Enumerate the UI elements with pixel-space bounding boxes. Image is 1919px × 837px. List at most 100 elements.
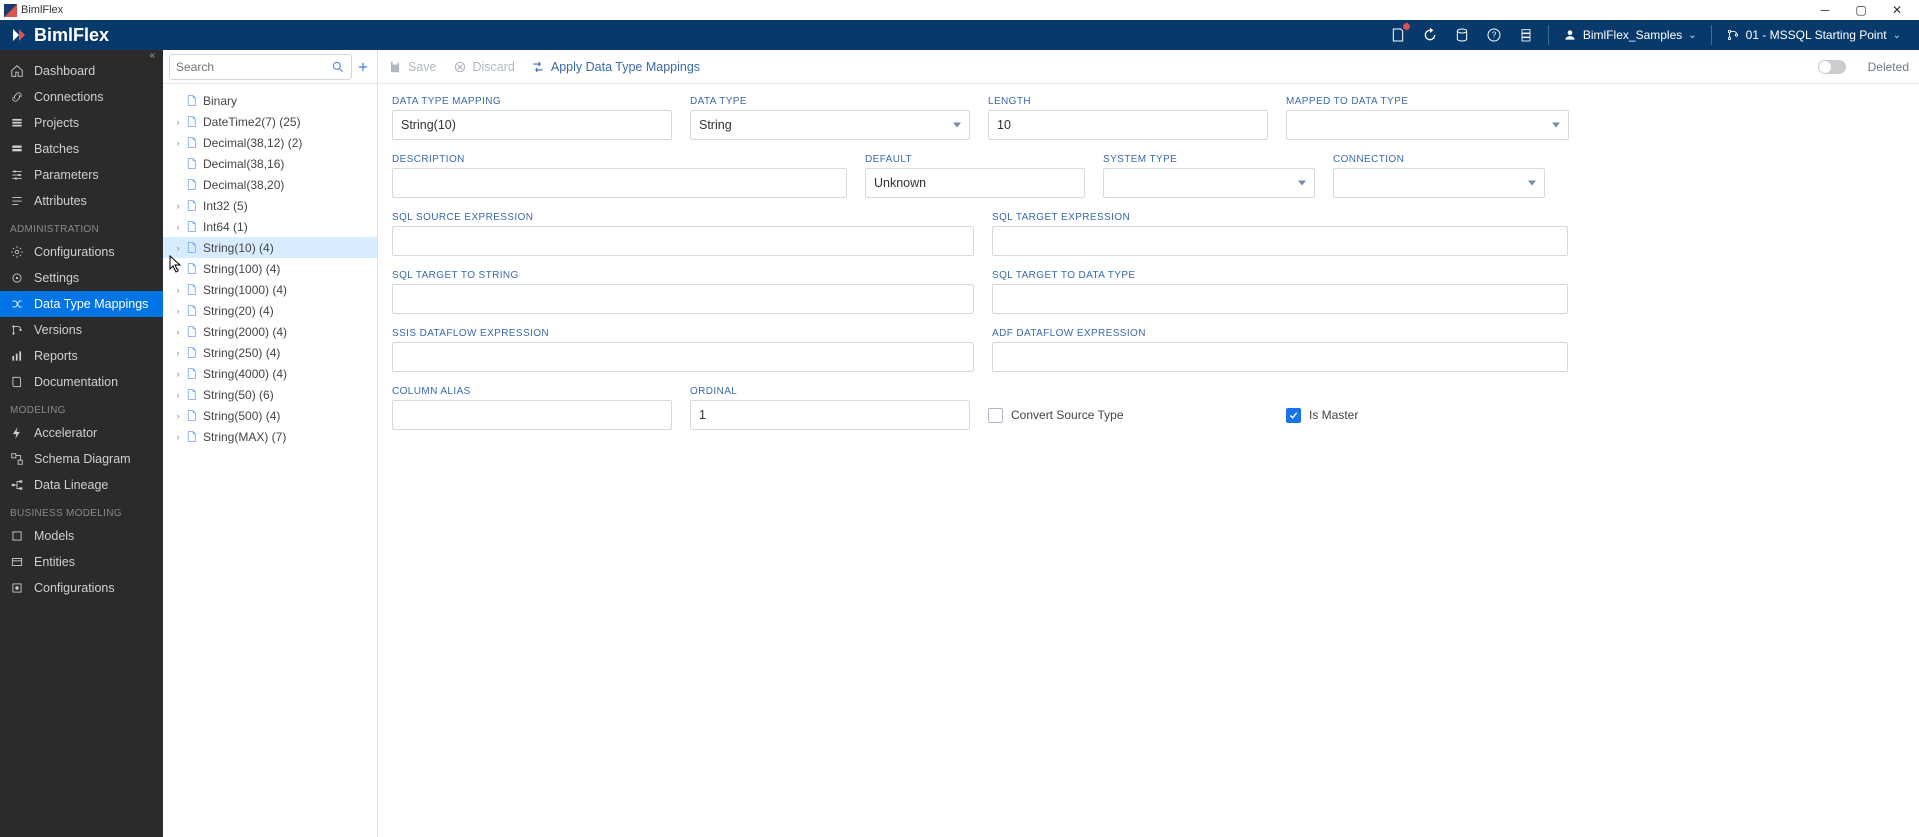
sidebar-item-versions[interactable]: Versions [0,317,163,343]
document-icon [185,325,199,339]
discard-button[interactable]: Discard [453,60,515,74]
tree-item[interactable]: › String(50) (6) [163,384,377,405]
deleted-toggle[interactable] [1818,60,1846,74]
input-adf-dataflow-expression[interactable] [992,342,1568,372]
tree-item[interactable]: ›String(250) (4) [163,342,377,363]
select-mapped-to[interactable] [1286,110,1569,140]
tree-caret-icon[interactable]: › [173,369,183,379]
tree-item[interactable]: Decimal(38,20) [163,174,377,195]
select-connection[interactable] [1333,168,1545,198]
sidebar-item-settings[interactable]: Settings [0,265,163,291]
tree-item[interactable]: ›DateTime2(7) (25) [163,111,377,132]
window-close-button[interactable]: ✕ [1879,1,1915,19]
input-default[interactable]: Unknown [865,168,1085,198]
label-data-type-mapping: DATA TYPE MAPPING [392,96,672,107]
sidebar-item-data-type-mappings[interactable]: Data Type Mappings [0,291,163,317]
sidebar-item-label: Connections [34,90,104,104]
version-selector[interactable]: 01 - MSSQL Starting Point ⌄ [1718,28,1909,42]
input-description[interactable] [392,168,847,198]
tree-item[interactable]: ›String(20) (4) [163,300,377,321]
help-icon[interactable]: ? [1478,20,1510,50]
tree-item[interactable]: ›Int64 (1) [163,216,377,237]
select-data-type[interactable]: String [690,110,970,140]
input-ssis-dataflow-expression[interactable] [392,342,974,372]
input-column-alias[interactable] [392,400,672,430]
tree-item[interactable]: ›String(10) (4) [163,237,377,258]
database-icon[interactable] [1446,20,1478,50]
document-icon [185,367,199,381]
tree-caret-icon[interactable]: › [173,117,183,127]
sidebar-item-bconfigurations[interactable]: Configurations [0,575,163,601]
server-icon[interactable] [1510,20,1542,50]
input-sql-target-expression[interactable] [992,226,1568,256]
tree-item[interactable]: ›String(2000) (4) [163,321,377,342]
sidebar-item-connections[interactable]: Connections [0,84,163,110]
tree-caret-icon[interactable]: › [173,243,183,253]
sidebar-item-accelerator[interactable]: Accelerator [0,420,163,446]
brand-icon [10,26,28,44]
window-minimize-button[interactable]: ─ [1807,1,1843,19]
input-ordinal[interactable]: 1 [690,400,970,430]
refresh-icon[interactable] [1414,20,1446,50]
sidebar-item-attributes[interactable]: Attributes [0,188,163,214]
tree-item[interactable]: › String(MAX) (7) [163,426,377,447]
tree-item[interactable]: Decimal(38,16) [163,153,377,174]
input-sql-target-to-data-type[interactable] [992,284,1568,314]
apply-mappings-button[interactable]: Apply Data Type Mappings [531,60,700,74]
main-area: Save Discard Apply Data Type Mappings De… [378,50,1919,837]
input-data-type-mapping[interactable]: String(10) [392,110,672,140]
sidebar-item-configurations[interactable]: Configurations [0,239,163,265]
sidebar-item-schema-diagram[interactable]: Schema Diagram [0,446,163,472]
tree-item-label: String(50) (6) [203,388,274,402]
tree-item[interactable]: ›String(4000) (4) [163,363,377,384]
tree-caret-icon[interactable]: › [173,222,183,232]
tree-caret-icon[interactable]: › [173,138,183,148]
label-column-alias: COLUMN ALIAS [392,386,672,397]
sidebar-item-models[interactable]: Models [0,523,163,549]
sidebar-item-label: Configurations [34,581,115,595]
tree-caret-icon[interactable]: › [173,411,183,421]
sidebar-item-documentation[interactable]: Documentation [0,369,163,395]
sidebar-item-batches[interactable]: Batches [0,136,163,162]
tree-item[interactable]: Binary [163,90,377,111]
tree-caret-icon[interactable]: › [173,390,183,400]
tree-caret-icon[interactable]: › [173,264,183,274]
tree-caret-icon[interactable]: › [173,285,183,295]
stack-icon [10,142,24,156]
sidebar-item-data-lineage[interactable]: Data Lineage [0,472,163,498]
sidebar-item-label: Parameters [34,168,99,182]
input-length[interactable]: 10 [988,110,1268,140]
search-input-wrapper[interactable] [169,54,352,80]
input-sql-source-expression[interactable] [392,226,974,256]
save-button[interactable]: Save [388,60,437,74]
tree-item[interactable]: ›String(500) (4) [163,405,377,426]
sidebar-item-reports[interactable]: Reports [0,343,163,369]
sidebar-item-projects[interactable]: Projects [0,110,163,136]
document-icon [185,304,199,318]
notifications-icon[interactable] [1382,20,1414,50]
tree-caret-icon[interactable]: › [173,306,183,316]
tree-caret-icon[interactable]: › [173,432,183,442]
tree-caret-icon[interactable]: › [173,348,183,358]
sidebar-item-entities[interactable]: Entities [0,549,163,575]
sidebar-item-label: Documentation [34,375,118,389]
checkbox-convert-source-type[interactable]: Convert Source Type [988,400,1268,430]
customer-selector[interactable]: BimlFlex_Samples ⌄ [1555,28,1705,42]
sidebar-item-parameters[interactable]: Parameters [0,162,163,188]
tree-item[interactable]: ›String(100) (4) [163,258,377,279]
lineage-icon [10,478,24,492]
checkbox-is-master[interactable]: Is Master [1286,400,1566,430]
tree-item[interactable]: ›Decimal(38,12) (2) [163,132,377,153]
window-maximize-button[interactable]: ▢ [1843,1,1879,19]
tree-item[interactable]: ›String(1000) (4) [163,279,377,300]
sidebar-item-dashboard[interactable]: Dashboard [0,58,163,84]
tree-caret-icon[interactable]: › [173,201,183,211]
tree-item-label: String(MAX) (7) [203,430,286,444]
sidebar-collapse-button[interactable]: « [0,50,163,58]
tree-caret-icon[interactable]: › [173,327,183,337]
select-system-type[interactable] [1103,168,1315,198]
input-sql-target-to-string[interactable] [392,284,974,314]
search-input[interactable] [176,60,331,74]
tree-item[interactable]: ›Int32 (5) [163,195,377,216]
add-button[interactable] [356,60,370,74]
